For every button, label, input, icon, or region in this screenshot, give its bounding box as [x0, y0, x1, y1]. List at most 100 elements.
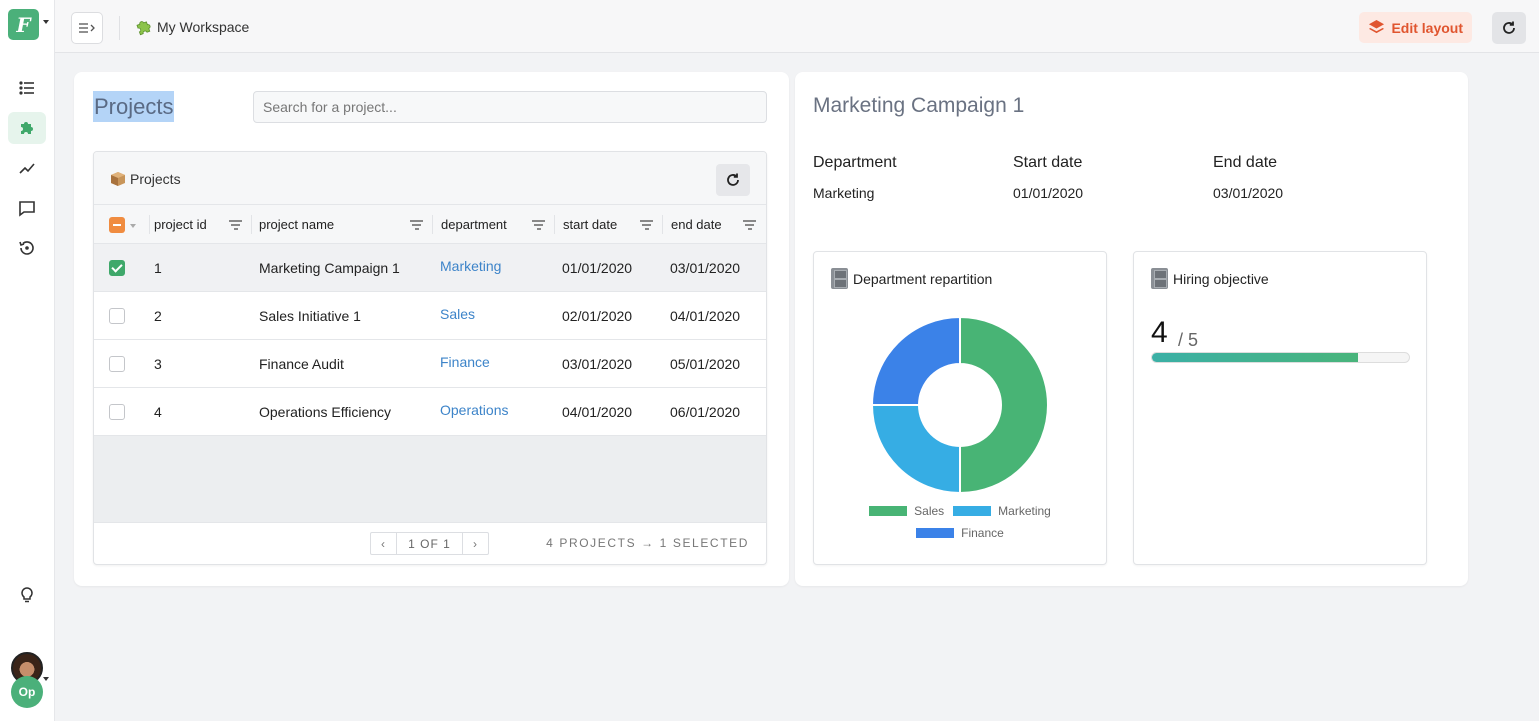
department-repartition-widget: Department repartition Sales Marketing Fin…	[813, 251, 1107, 565]
history-icon	[19, 241, 34, 255]
legend-row: Sales Marketing	[814, 504, 1106, 518]
legend-item-sales[interactable]: Sales	[869, 504, 944, 518]
table-row[interactable]: 3 Finance Audit Finance 03/01/2020 05/01/202…	[94, 340, 766, 388]
trend-icon	[19, 163, 35, 174]
legend-swatch	[869, 506, 908, 516]
widget-title-label: Department repartition	[853, 270, 993, 287]
sidebar-item-analytics[interactable]	[8, 152, 46, 184]
organization-badge[interactable]: Op	[11, 676, 43, 708]
legend-swatch	[916, 528, 955, 538]
toggle-sidebar-button[interactable]	[71, 12, 103, 44]
refresh-icon	[727, 173, 739, 186]
legend-item-finance[interactable]: Finance	[916, 526, 1004, 540]
puzzle-icon	[136, 21, 151, 36]
logo-caret-icon[interactable]	[43, 20, 49, 24]
end-date-label: End date	[1213, 154, 1278, 171]
file-cabinet-icon	[831, 268, 848, 289]
sidebar: F Op	[0, 0, 55, 721]
row-checkbox[interactable]	[109, 260, 125, 276]
sidebar-item-messages[interactable]	[8, 192, 46, 224]
table-column-headers: project id project name department start…	[94, 205, 766, 244]
sidebar-item-tips[interactable]	[8, 579, 46, 611]
table-title: Projects	[109, 170, 181, 188]
column-label: start date	[563, 216, 618, 232]
hiring-objective-widget: Hiring objective 4 / 5	[1133, 251, 1427, 565]
sidebar-item-workspaces[interactable]	[8, 112, 46, 144]
donut-slice-sales[interactable]	[959, 315, 1049, 495]
row-checkbox[interactable]	[109, 404, 125, 420]
cell-start-date: 03/01/2020	[562, 355, 633, 372]
filter-icon[interactable]	[743, 220, 756, 232]
cell-department[interactable]: Finance	[440, 338, 490, 385]
lightbulb-icon	[21, 587, 33, 603]
table-body: 1 Marketing Campaign 1 Marketing 01/01/2020…	[94, 244, 766, 436]
end-date-value: 03/01/2020	[1213, 185, 1284, 201]
widget-title: Department repartition	[831, 268, 992, 289]
table-row[interactable]: 4 Operations Efficiency Operations 04/01/20…	[94, 388, 766, 436]
column-header-start-date[interactable]: start date	[555, 205, 663, 243]
department-link[interactable]: Marketing	[813, 185, 874, 201]
cell-department[interactable]: Sales	[440, 290, 475, 337]
legend-swatch	[953, 506, 992, 516]
topbar: My Workspace Edit layout	[55, 0, 1539, 53]
legend-item-marketing[interactable]: Marketing	[953, 504, 1051, 518]
file-cabinet-icon	[1151, 268, 1168, 289]
sidebar-item-history[interactable]	[8, 232, 46, 264]
table-refresh-button[interactable]	[716, 164, 750, 196]
table-footer: ‹ 1 OF 1 › 4 PROJECTS → 1 SELECTED	[94, 523, 766, 563]
refresh-icon	[1503, 21, 1515, 34]
cell-project-name: Sales Initiative 1	[259, 307, 361, 324]
projects-table: Projects project id project name departm…	[93, 151, 767, 565]
refresh-button[interactable]	[1492, 12, 1526, 44]
filter-icon[interactable]	[640, 220, 653, 232]
column-label: project id	[154, 216, 207, 232]
select-options-caret-icon[interactable]	[130, 224, 136, 228]
column-header-department[interactable]: department	[433, 205, 555, 243]
projects-panel: Projects Projects project id	[74, 72, 789, 586]
cell-end-date: 04/01/2020	[670, 307, 741, 324]
legend-row: Finance	[814, 526, 1106, 540]
donut-chart	[870, 315, 1049, 495]
cell-end-date: 03/01/2020	[670, 259, 741, 276]
column-header-end-date[interactable]: end date	[663, 205, 766, 243]
avatar-caret-icon[interactable]	[43, 677, 49, 681]
next-page-button[interactable]: ›	[463, 533, 488, 554]
hiring-current-value: 4	[1151, 316, 1168, 349]
cell-start-date: 04/01/2020	[562, 403, 633, 420]
selection-count: 4 PROJECTS → 1 SELECTED	[546, 536, 749, 550]
cell-department[interactable]: Marketing	[440, 242, 501, 289]
column-label: project name	[259, 216, 335, 232]
cell-start-date: 01/01/2020	[562, 259, 633, 276]
filter-icon[interactable]	[532, 220, 545, 232]
app-logo[interactable]: F	[8, 9, 39, 40]
cell-end-date: 05/01/2020	[670, 355, 741, 372]
cell-department[interactable]: Operations	[440, 386, 508, 433]
column-header-project-name[interactable]: project name	[252, 205, 433, 243]
select-all-column	[94, 205, 150, 243]
start-date-label: Start date	[1013, 154, 1083, 171]
select-all-checkbox[interactable]	[109, 217, 125, 233]
table-row[interactable]: 2 Sales Initiative 1 Sales 02/01/2020 04/01/…	[94, 292, 766, 340]
cell-end-date: 06/01/2020	[670, 403, 741, 420]
cell-project-id: 1	[154, 259, 162, 276]
previous-page-button[interactable]: ‹	[371, 533, 396, 554]
table-row[interactable]: 1 Marketing Campaign 1 Marketing 01/01/2020…	[94, 244, 766, 292]
row-checkbox[interactable]	[109, 356, 125, 372]
hiring-progress-bar	[1151, 352, 1410, 363]
column-header-project-id[interactable]: project id	[150, 205, 252, 243]
row-checkbox[interactable]	[109, 308, 125, 324]
filter-icon[interactable]	[410, 220, 423, 232]
search-input[interactable]	[253, 91, 767, 123]
donut-slice-finance[interactable]	[870, 315, 961, 406]
start-date-value: 01/01/2020	[1013, 185, 1084, 201]
cell-project-name: Marketing Campaign 1	[259, 259, 400, 276]
edit-layout-label: Edit layout	[1391, 19, 1463, 36]
detail-title: Marketing Campaign 1	[813, 94, 1025, 117]
filter-icon[interactable]	[229, 220, 242, 232]
cell-project-id: 2	[154, 307, 162, 324]
layers-icon	[1369, 19, 1385, 34]
edit-layout-button[interactable]: Edit layout	[1359, 12, 1472, 43]
sidebar-item-list[interactable]	[8, 72, 46, 104]
donut-slice-marketing[interactable]	[870, 404, 961, 495]
workspace-breadcrumb[interactable]: My Workspace	[135, 18, 249, 36]
